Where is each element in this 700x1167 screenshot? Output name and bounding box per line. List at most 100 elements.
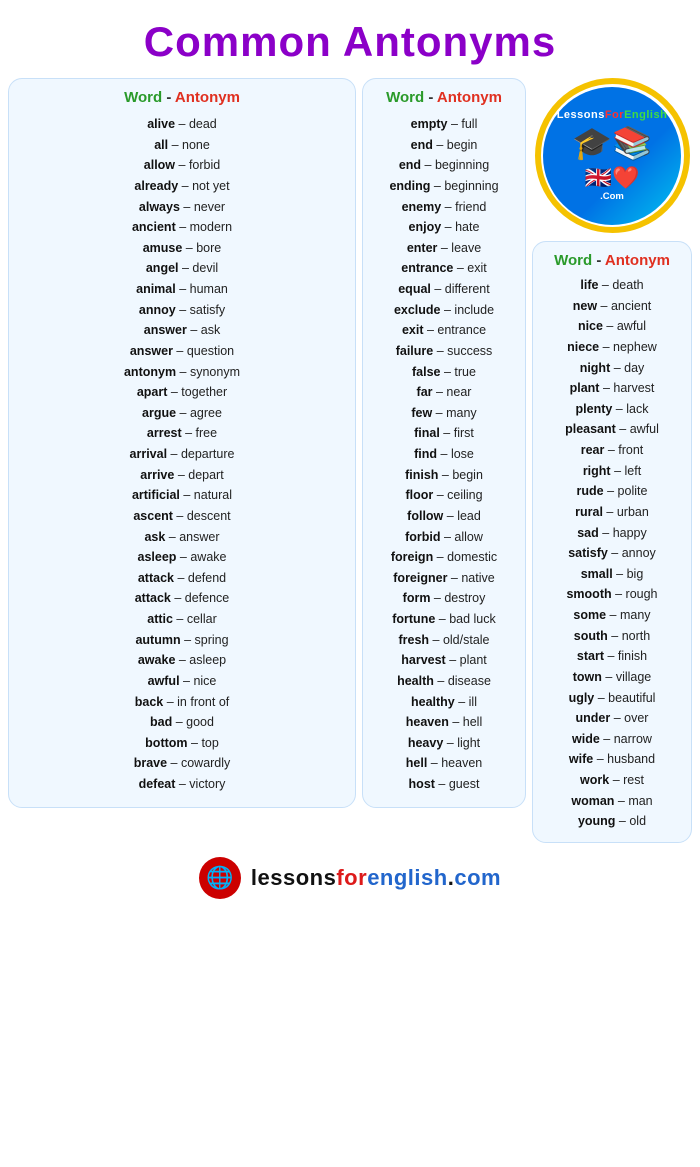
- list-item: new – ancient: [539, 296, 685, 317]
- antonym: top: [201, 736, 218, 750]
- list-item: far – near: [371, 382, 517, 403]
- list-item: entrance – exit: [371, 258, 517, 279]
- word: south: [574, 629, 608, 643]
- list-item: artificial – natural: [17, 485, 347, 506]
- antonym: lose: [451, 447, 474, 461]
- antonym: defend: [188, 571, 226, 585]
- list-item: form – destroy: [371, 588, 517, 609]
- list-item: life – death: [539, 275, 685, 296]
- list-item: defeat – victory: [17, 774, 347, 795]
- word: heavy: [408, 736, 443, 750]
- list-item: back – in front of: [17, 692, 347, 713]
- word: foreign: [391, 550, 433, 564]
- list-item: start – finish: [539, 646, 685, 667]
- columns-wrapper: Word - Antonym alive – deadall – noneall…: [0, 78, 700, 843]
- logo-area: LessonsForEnglish 🎓📚 🇬🇧❤️ .Com Word - An…: [532, 78, 692, 843]
- antonym: death: [612, 278, 643, 292]
- antonym: urban: [617, 505, 649, 519]
- col1-word-label: Word: [124, 89, 162, 106]
- word: antonym: [124, 365, 176, 379]
- list-item: enter – leave: [371, 238, 517, 259]
- list-item: foreigner – native: [371, 568, 517, 589]
- antonym: awful: [630, 422, 659, 436]
- word: attack: [135, 591, 171, 605]
- antonym: native: [461, 571, 494, 585]
- word: bad: [150, 715, 172, 729]
- antonym: good: [186, 715, 214, 729]
- word: enter: [407, 241, 438, 255]
- antonym: light: [457, 736, 480, 750]
- antonym: spring: [195, 633, 229, 647]
- list-item: nice – awful: [539, 316, 685, 337]
- antonym: disease: [448, 674, 491, 688]
- word: asleep: [138, 550, 177, 564]
- antonym: many: [620, 608, 651, 622]
- list-item: awful – nice: [17, 671, 347, 692]
- word: fortune: [392, 612, 435, 626]
- word: harvest: [401, 653, 445, 667]
- col2-dash: -: [428, 89, 437, 106]
- list-item: fresh – old/stale: [371, 630, 517, 651]
- word: arrest: [147, 426, 182, 440]
- list-item: sad – happy: [539, 523, 685, 544]
- word: find: [414, 447, 437, 461]
- word: ugly: [569, 691, 595, 705]
- antonym: nice: [193, 674, 216, 688]
- word: brave: [134, 756, 167, 770]
- antonym: not yet: [192, 179, 230, 193]
- list-item: autumn – spring: [17, 630, 347, 651]
- word: ending: [389, 179, 430, 193]
- word: answer: [130, 344, 173, 358]
- list-item: equal – different: [371, 279, 517, 300]
- list-item: attack – defence: [17, 588, 347, 609]
- word: hell: [406, 756, 428, 770]
- list-item: work – rest: [539, 770, 685, 791]
- list-item: attic – cellar: [17, 609, 347, 630]
- word: rude: [577, 484, 604, 498]
- antonym: plant: [460, 653, 487, 667]
- word: small: [581, 567, 613, 581]
- word: entrance: [401, 261, 453, 275]
- col2-antonym-label: Antonym: [437, 89, 502, 106]
- antonym: ceiling: [447, 488, 482, 502]
- list-item: ascent – descent: [17, 506, 347, 527]
- col3-dash: -: [596, 252, 605, 269]
- word: attack: [138, 571, 174, 585]
- antonym: full: [461, 117, 477, 131]
- word: foreigner: [393, 571, 447, 585]
- list-item: arrive – depart: [17, 465, 347, 486]
- word: annoy: [139, 303, 176, 317]
- word: healthy: [411, 695, 455, 709]
- list-item: forbid – allow: [371, 527, 517, 548]
- list-item: arrest – free: [17, 423, 347, 444]
- word: host: [409, 777, 435, 791]
- antonym: in front of: [177, 695, 229, 709]
- word: night: [580, 361, 611, 375]
- antonym: big: [627, 567, 644, 581]
- list-item: exit – entrance: [371, 320, 517, 341]
- antonym: lack: [626, 402, 648, 416]
- list-item: bottom – top: [17, 733, 347, 754]
- word: arrival: [130, 447, 168, 461]
- footer: 🌐 lessonsforenglish.com: [199, 857, 501, 899]
- list-item: ending – beginning: [371, 176, 517, 197]
- column-3: Word - Antonym life – deathnew – ancient…: [532, 241, 692, 843]
- antonym: begin: [447, 138, 478, 152]
- antonym: allow: [454, 530, 483, 544]
- list-item: bad – good: [17, 712, 347, 733]
- antonym: beautiful: [608, 691, 655, 705]
- word: allow: [144, 158, 175, 172]
- list-item: niece – nephew: [539, 337, 685, 358]
- list-item: empty – full: [371, 114, 517, 135]
- list-item: attack – defend: [17, 568, 347, 589]
- antonym: modern: [190, 220, 232, 234]
- word: right: [583, 464, 611, 478]
- list-item: exclude – include: [371, 300, 517, 321]
- word: far: [417, 385, 433, 399]
- antonym: synonym: [190, 365, 240, 379]
- antonym: human: [190, 282, 228, 296]
- list-item: alive – dead: [17, 114, 347, 135]
- antonym: question: [187, 344, 234, 358]
- list-item: some – many: [539, 605, 685, 626]
- word: attic: [147, 612, 173, 626]
